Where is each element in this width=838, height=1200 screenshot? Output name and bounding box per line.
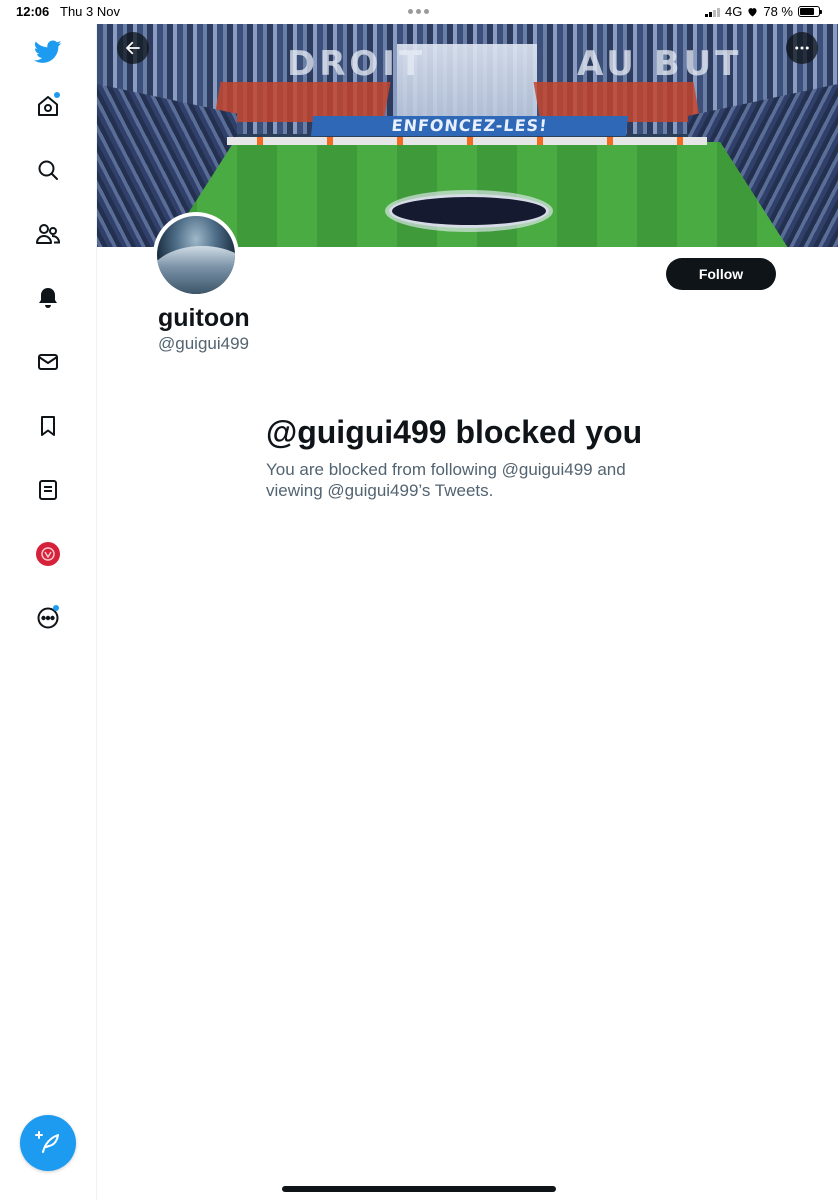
profile-avatar[interactable]: [153, 212, 239, 298]
search-icon[interactable]: [32, 154, 64, 186]
compose-tweet-button[interactable]: [20, 1115, 76, 1171]
cellular-signal-icon: [705, 7, 721, 17]
more-menu-button[interactable]: [786, 32, 818, 64]
status-bar: 12:06 Thu 3 Nov 4G 78 %: [0, 0, 838, 24]
more-notification-dot: [53, 605, 59, 611]
profile-handle: @guigui499: [158, 334, 249, 353]
network-type: 4G: [725, 4, 743, 19]
blocked-title: @guigui499 blocked you: [266, 414, 643, 450]
bookmark-icon[interactable]: [32, 410, 64, 442]
status-indicators: 4G 78 %: [705, 4, 822, 19]
back-button[interactable]: [117, 32, 149, 64]
home-indicator-bar[interactable]: [282, 1186, 556, 1192]
home-icon[interactable]: [32, 90, 64, 122]
focus-heart-icon: [748, 7, 757, 17]
follow-button[interactable]: Follow: [666, 258, 776, 290]
banner-center-flag: [389, 194, 549, 228]
blocked-message: You are blocked from following @guigui49…: [266, 460, 626, 500]
notifications-bell-icon[interactable]: [32, 282, 64, 314]
more-options-icon[interactable]: [32, 602, 64, 634]
profile-name: guitoon: [158, 304, 250, 332]
status-date: Thu 3 Nov: [60, 4, 120, 19]
avatar-earth-image: [157, 246, 235, 294]
twitter-logo-icon[interactable]: [32, 36, 64, 68]
lists-icon[interactable]: [32, 474, 64, 506]
banner-ad-boards: [227, 137, 707, 145]
banner-tifo-text-right: AU BUT: [577, 44, 743, 84]
status-time: 12:06: [16, 4, 50, 19]
profile-avatar-icon[interactable]: [32, 538, 64, 570]
messages-envelope-icon[interactable]: [32, 346, 64, 378]
communities-icon[interactable]: [32, 218, 64, 250]
battery-percent: 78 %: [763, 4, 793, 19]
compose-tweet-icon: [35, 1131, 59, 1153]
banner-slogan: ENFONCEZ-LES!: [310, 116, 629, 136]
ellipsis-icon: [795, 46, 809, 50]
multitasking-dots-icon[interactable]: [408, 9, 429, 14]
banner-tifo-text-left: DROIT: [287, 44, 427, 84]
battery-icon: [798, 6, 822, 17]
back-arrow-icon: [126, 41, 140, 55]
sidebar-nav: [0, 24, 97, 1200]
battery-level-fill: [800, 8, 815, 15]
home-notification-dot: [54, 92, 60, 98]
